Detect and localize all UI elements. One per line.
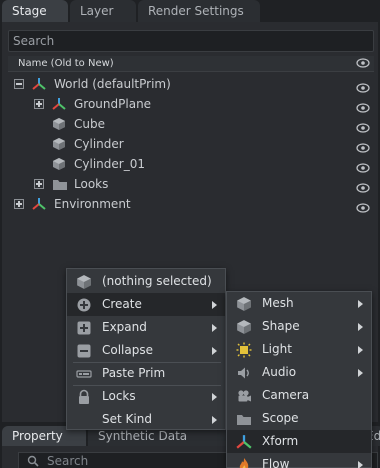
submenu-arrow-icon <box>212 324 217 332</box>
cube-icon <box>52 137 66 151</box>
menu-item-set-kind[interactable]: Set Kind <box>67 408 225 431</box>
menu-item-label: Light <box>262 342 292 356</box>
create-submenu: Mesh Shape Light Audio Camera Scope Xfor… <box>226 291 372 468</box>
menu-item-locks[interactable]: Locks <box>67 385 225 408</box>
tree-row-label: Environment <box>54 197 131 211</box>
submenu-arrow-icon <box>212 416 217 424</box>
tree-row-label: Cylinder_01 <box>74 157 145 171</box>
menu-item-label: Scope <box>262 411 299 425</box>
add-circle-icon <box>76 297 92 313</box>
expand-icon[interactable] <box>14 199 24 209</box>
stage-search-input[interactable]: Search <box>8 30 374 52</box>
stage-tabbar: Stage Layer Render Settings <box>0 0 380 22</box>
menu-item-label: Audio <box>262 365 297 379</box>
expand-icon <box>76 320 92 336</box>
paste-icon <box>76 366 92 382</box>
menu-item-shape[interactable]: Shape <box>227 315 371 338</box>
search-icon <box>27 455 39 468</box>
folder-icon <box>236 411 252 427</box>
tab-stage[interactable]: Stage <box>2 0 68 22</box>
menu-item-camera[interactable]: Camera <box>227 384 371 407</box>
eye-icon[interactable] <box>356 199 370 219</box>
tree-row-label: World (defaultPrim) <box>54 77 171 91</box>
xform-icon <box>32 77 46 91</box>
submenu-arrow-icon <box>212 347 217 355</box>
cube-icon <box>76 274 92 290</box>
menu-item-mesh[interactable]: Mesh <box>227 292 371 315</box>
expand-icon[interactable] <box>34 179 44 189</box>
eye-icon[interactable] <box>356 58 370 74</box>
menu-item-label: Mesh <box>262 296 294 310</box>
cube-icon <box>52 157 66 171</box>
menu-item-create[interactable]: Create <box>67 293 225 316</box>
tree-row-label: GroundPlane <box>74 97 152 111</box>
submenu-arrow-icon <box>358 323 363 331</box>
tree-row-looks[interactable]: Looks <box>8 174 374 194</box>
menu-item-collapse[interactable]: Collapse <box>67 339 225 362</box>
tree-row-cylinder[interactable]: Cylinder <box>8 134 374 154</box>
submenu-arrow-icon <box>358 300 363 308</box>
menu-item-label: Paste Prim <box>102 366 166 380</box>
menu-item-scope[interactable]: Scope <box>227 407 371 430</box>
menu-item-nothing-selected: (nothing selected) <box>67 270 225 293</box>
menu-item-expand[interactable]: Expand <box>67 316 225 339</box>
menu-item-label: (nothing selected) <box>102 274 212 288</box>
xform-icon <box>32 197 46 211</box>
menu-item-label: Locks <box>102 389 136 403</box>
collapse-icon[interactable] <box>14 79 24 89</box>
xform-icon <box>236 434 252 450</box>
stage-context-menu: (nothing selected) Create Expand Collaps… <box>66 268 226 430</box>
tree-row-label: Cube <box>74 117 105 131</box>
folder-icon <box>52 177 67 191</box>
menu-item-label: Expand <box>102 320 147 334</box>
submenu-arrow-icon <box>212 301 217 309</box>
tree-row-label: Looks <box>74 177 109 191</box>
tree-row-cylinder-01[interactable]: Cylinder_01 <box>8 154 374 174</box>
menu-item-label: Camera <box>262 388 310 402</box>
column-header-label: Name (Old to New) <box>18 58 114 69</box>
menu-item-label: Set Kind <box>102 412 152 426</box>
menu-item-audio[interactable]: Audio <box>227 361 371 384</box>
tree-row-groundplane[interactable]: GroundPlane <box>8 94 374 114</box>
menu-item-label: Collapse <box>102 343 153 357</box>
flame-icon <box>236 457 252 468</box>
camera-icon <box>236 388 252 404</box>
menu-item-label: Shape <box>262 319 300 333</box>
cube-icon <box>236 319 252 335</box>
light-icon <box>236 342 252 358</box>
menu-item-label: Xform <box>262 434 299 448</box>
menu-item-xform[interactable]: Xform <box>227 430 371 453</box>
submenu-arrow-icon <box>358 461 363 468</box>
tree-row-cube[interactable]: Cube <box>8 114 374 134</box>
menu-item-flow[interactable]: Flow <box>227 453 371 468</box>
stage-tree: World (defaultPrim) GroundPlane Cube Cyl <box>8 74 374 214</box>
submenu-arrow-icon <box>358 346 363 354</box>
tab-render-settings[interactable]: Render Settings <box>138 0 260 22</box>
menu-item-light[interactable]: Light <box>227 338 371 361</box>
tree-row-label: Cylinder <box>74 137 124 151</box>
audio-icon <box>236 365 252 381</box>
xform-icon <box>52 97 66 111</box>
cube-icon <box>236 296 252 312</box>
tree-row-environment[interactable]: Environment <box>8 194 374 214</box>
menu-item-label: Flow <box>262 457 290 468</box>
menu-item-label: Create <box>102 297 142 311</box>
column-header[interactable]: Name (Old to New) <box>8 56 374 72</box>
submenu-arrow-icon <box>358 369 363 377</box>
tree-row-world[interactable]: World (defaultPrim) <box>8 74 374 94</box>
menu-item-paste-prim[interactable]: Paste Prim <box>67 362 225 385</box>
tab-layer[interactable]: Layer <box>70 0 136 22</box>
submenu-arrow-icon <box>212 393 217 401</box>
property-search-placeholder: Search <box>47 454 89 468</box>
lock-icon <box>76 389 92 405</box>
expand-icon[interactable] <box>34 99 44 109</box>
cube-icon <box>52 117 66 131</box>
collapse-icon <box>76 343 92 359</box>
